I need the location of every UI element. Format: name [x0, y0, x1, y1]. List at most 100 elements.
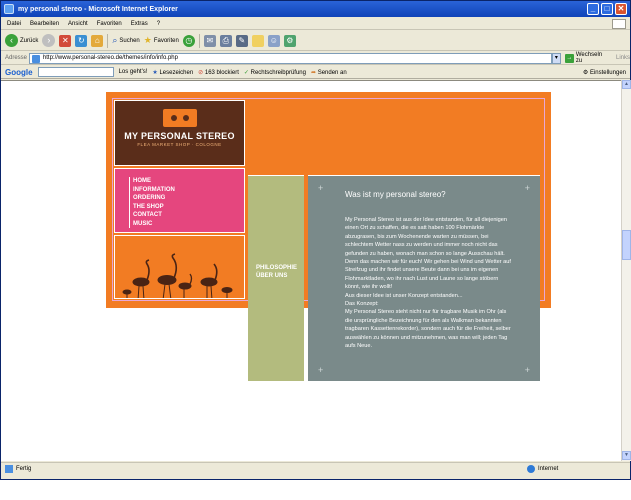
popup-blocker-button[interactable]: ⊘ 163 blockiert — [198, 69, 239, 76]
links-button[interactable]: Links — [616, 55, 630, 61]
back-label: Zurück — [20, 37, 39, 44]
maximize-button[interactable]: □ — [601, 3, 613, 15]
nav-contact[interactable]: CONTACT — [129, 211, 244, 220]
google-go-button[interactable]: Los geht's! — [119, 69, 148, 75]
blocker-icon: ⊘ — [198, 69, 204, 76]
print-icon[interactable]: ⎙ — [219, 34, 232, 47]
forward-arrow-icon: › — [42, 34, 56, 47]
window-title: my personal stereo - Microsoft Internet … — [18, 5, 178, 13]
extra-tool-icon[interactable]: ⚙ — [283, 34, 296, 47]
favorites-button[interactable]: ★ Favoriten — [144, 35, 179, 46]
globe-icon — [527, 465, 535, 473]
settings-button[interactable]: ⚙ Einstellungen — [583, 69, 626, 76]
page-icon — [31, 54, 40, 63]
star-icon: ★ — [152, 69, 158, 76]
menu-ansicht[interactable]: Ansicht — [68, 21, 88, 27]
toolbar-separator — [107, 33, 109, 48]
check-icon: ✓ — [243, 69, 249, 76]
stop-icon[interactable]: ✕ — [59, 34, 72, 47]
status-bar: Fertig Internet — [1, 462, 630, 475]
address-input[interactable]: http://www.personal-stereo.de/themes/inf… — [28, 52, 552, 64]
settings-icon: ⚙ — [582, 69, 589, 76]
content-panel: + + + + Was ist my personal stereo? My P… — [308, 175, 540, 382]
bookmarks-button[interactable]: ★ Lesezeichen — [152, 69, 193, 76]
status-text: Fertig — [16, 466, 32, 472]
spellcheck-button[interactable]: ✓ Rechtschreibprüfung — [244, 69, 306, 76]
content-paragraph: My Personal Stereo steht nicht nur für t… — [345, 309, 511, 350]
nav-ordering[interactable]: ORDERING — [129, 194, 244, 203]
star-icon: ★ — [143, 35, 152, 45]
menu-favoriten[interactable]: Favoriten — [97, 21, 122, 27]
title-bar: my personal stereo - Microsoft Internet … — [1, 1, 630, 17]
nav-the-shop[interactable]: THE SHOP — [129, 202, 244, 211]
address-url: http://www.personal-stereo.de/themes/inf… — [42, 55, 178, 61]
google-logo[interactable]: Google — [5, 68, 33, 77]
status-page-icon — [5, 465, 13, 473]
scroll-thumb[interactable] — [622, 230, 631, 260]
search-button[interactable]: ⌕ Suchen — [112, 35, 139, 46]
nav-music[interactable]: MUSIC — [129, 219, 244, 228]
send-icon: ➦ — [310, 69, 317, 76]
google-search-input[interactable] — [37, 67, 114, 77]
windows-logo-icon — [612, 18, 626, 29]
history-icon[interactable]: ◷ — [182, 34, 195, 47]
flamingo-illustration — [114, 235, 245, 299]
menu-bearbeiten[interactable]: Bearbeiten — [30, 21, 59, 27]
vertical-scrollbar[interactable]: ▲ ▼ — [621, 80, 631, 461]
plus-icon: + — [318, 365, 324, 375]
cassette-icon — [162, 109, 197, 127]
scroll-down-icon[interactable]: ▼ — [622, 451, 631, 460]
content-body: My Personal Stereo ist aus der Idee ents… — [345, 216, 513, 351]
brand-tagline: FLEA MARKET SHOP · COLOGNE — [137, 142, 222, 147]
edit-icon[interactable]: ✎ — [235, 34, 248, 47]
bookmarks-label: Lesezeichen — [159, 69, 194, 76]
send-to-button[interactable]: ➦ Senden an — [311, 69, 347, 76]
security-zone: Internet — [527, 465, 558, 473]
google-toolbar: Google Los geht's! ★ Lesezeichen ⊘ 163 b… — [1, 66, 630, 79]
go-arrow-icon: → — [564, 53, 574, 63]
scroll-up-icon[interactable]: ▲ — [622, 80, 631, 89]
minimize-button[interactable]: _ — [587, 3, 599, 15]
menu-help[interactable]: ? — [157, 21, 160, 27]
nav-home[interactable]: HOME — [129, 177, 244, 186]
go-button[interactable]: → Wechseln zu — [564, 52, 610, 64]
toolbar-separator — [198, 33, 200, 48]
site-logo[interactable]: MY PERSONAL STEREO FLEA MARKET SHOP · CO… — [114, 100, 245, 166]
settings-label: Einstellungen — [589, 69, 626, 76]
menu-extras[interactable]: Extras — [131, 21, 148, 27]
content-paragraph: Aus dieser Idee ist unser Konzept entsta… — [345, 292, 463, 299]
address-label: Adresse — [5, 55, 28, 61]
plus-icon: + — [318, 183, 324, 193]
home-icon[interactable]: ⌂ — [91, 34, 104, 47]
back-arrow-icon: ‹ — [5, 34, 18, 47]
favorites-label: Favoriten — [153, 37, 179, 44]
back-button[interactable]: ‹ Zurück — [5, 34, 38, 47]
content-paragraph: Das Konzept: — [345, 301, 379, 308]
plus-icon: + — [524, 365, 530, 375]
blocked-label: 163 blockiert — [204, 69, 239, 76]
menu-datei[interactable]: Datei — [7, 21, 21, 27]
menu-bar: Datei Bearbeiten Ansicht Favoriten Extra… — [1, 18, 630, 30]
toolbar: ‹ Zurück › ✕ ↻ ⌂ ⌕ Suchen ★ Favoriten ◷ … — [1, 31, 630, 51]
search-icon: ⌕ — [112, 35, 118, 45]
mail-icon[interactable]: ✉ — [203, 34, 216, 47]
messenger-icon[interactable]: ☺ — [267, 34, 280, 47]
subnav-philosophie[interactable]: PHILOSOPHIE — [256, 264, 297, 272]
folder-icon[interactable] — [251, 34, 264, 47]
search-label: Suchen — [119, 37, 140, 44]
forward-button[interactable]: › — [42, 34, 56, 47]
brand-name: MY PERSONAL STEREO — [124, 131, 235, 141]
sub-navigation: PHILOSOPHIE ÜBER UNS — [256, 264, 297, 280]
subnav-ueber-uns[interactable]: ÜBER UNS — [256, 272, 297, 280]
nav-information[interactable]: INFORMATION — [129, 185, 244, 194]
send-label: Senden an — [317, 69, 347, 76]
site-left-column: MY PERSONAL STEREO FLEA MARKET SHOP · CO… — [114, 100, 245, 299]
close-button[interactable]: ✕ — [615, 3, 627, 15]
main-navigation: HOME INFORMATION ORDERING THE SHOP CONTA… — [114, 168, 245, 233]
go-label: Wechseln zu — [575, 52, 603, 64]
address-dropdown-icon[interactable]: ▾ — [551, 52, 561, 64]
content-paragraph: My Personal Stereo ist aus der Idee ents… — [345, 217, 511, 291]
flamingos-icon — [122, 253, 233, 298]
spellcheck-label: Rechtschreibprüfung — [250, 69, 306, 76]
refresh-icon[interactable]: ↻ — [75, 34, 88, 47]
